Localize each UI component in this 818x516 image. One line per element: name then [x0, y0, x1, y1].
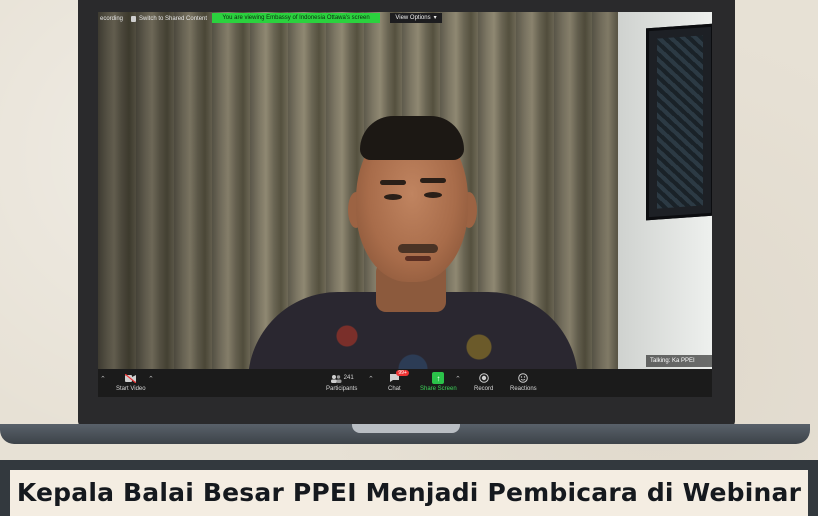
participants-icon — [330, 374, 342, 383]
speaker-brow-right — [420, 178, 446, 183]
start-video-label: Start Video — [116, 386, 146, 392]
participants-icon-wrap: 241 — [330, 372, 354, 384]
chevron-down-icon: ▾ — [433, 15, 437, 21]
zoom-meeting-window: ecording Switch to Shared Content You ar… — [98, 12, 712, 397]
view-options-button[interactable]: View Options ▾ — [390, 13, 442, 23]
switch-to-shared-content-button[interactable]: Switch to Shared Content — [131, 16, 207, 22]
recording-indicator[interactable]: ecording — [100, 16, 123, 22]
video-options-caret[interactable]: ⌃ — [148, 375, 154, 383]
reactions-button[interactable]: Reactions — [510, 372, 537, 392]
chat-button[interactable]: 99+ Chat — [388, 370, 409, 392]
wall-painting — [646, 23, 712, 221]
speaker-mustache — [398, 244, 438, 253]
audio-options-caret[interactable]: ⌃ — [100, 375, 106, 383]
chat-badge: 99+ — [396, 370, 409, 376]
meeting-top-bar: ecording Switch to Shared Content — [98, 12, 207, 26]
camera-off-icon — [125, 372, 137, 384]
active-speaker-label: Talking: Ka PPEI — [646, 355, 712, 367]
record-label: Record — [474, 386, 494, 392]
participants-button[interactable]: 241 Participants — [326, 372, 357, 392]
reactions-label: Reactions — [510, 386, 537, 392]
viewing-banner: You are viewing Embassy of Indonesia Ott… — [212, 13, 380, 23]
participants-label: Participants — [326, 386, 358, 392]
speaker-mouth — [405, 256, 431, 261]
participants-caret[interactable]: ⌃ — [368, 375, 374, 383]
share-screen-icon: ↑ — [432, 372, 445, 384]
meeting-toolbar: ⌃ Start Video ⌃ 241 Participants ⌃ 99+ C… — [98, 369, 712, 397]
view-options-label: View Options — [395, 15, 431, 21]
start-video-button[interactable]: Start Video — [116, 372, 146, 392]
switch-label: Switch to Shared Content — [139, 16, 208, 22]
speaker-eye-left — [384, 194, 402, 200]
chat-label: Chat — [388, 386, 401, 392]
speaker-hair — [360, 116, 464, 160]
laptop-notch — [352, 424, 460, 433]
recording-label: ecording — [100, 16, 124, 22]
pin-icon — [131, 16, 137, 22]
share-screen-label: Share Screen — [420, 386, 457, 392]
record-button[interactable]: Record — [474, 372, 493, 392]
speaker-brow-left — [380, 180, 406, 185]
participants-count: 241 — [343, 375, 354, 381]
caption-title: Kepala Balai Besar PPEI Menjadi Pembicar… — [16, 478, 802, 507]
share-screen-button[interactable]: ↑ Share Screen — [420, 372, 457, 392]
chat-icon: 99+ — [388, 370, 409, 384]
reactions-icon — [517, 372, 529, 384]
share-options-caret[interactable]: ⌃ — [455, 375, 461, 383]
record-icon — [478, 372, 490, 384]
speaker-eye-right — [424, 192, 442, 198]
speaker-video: ecording Switch to Shared Content You ar… — [98, 12, 712, 369]
